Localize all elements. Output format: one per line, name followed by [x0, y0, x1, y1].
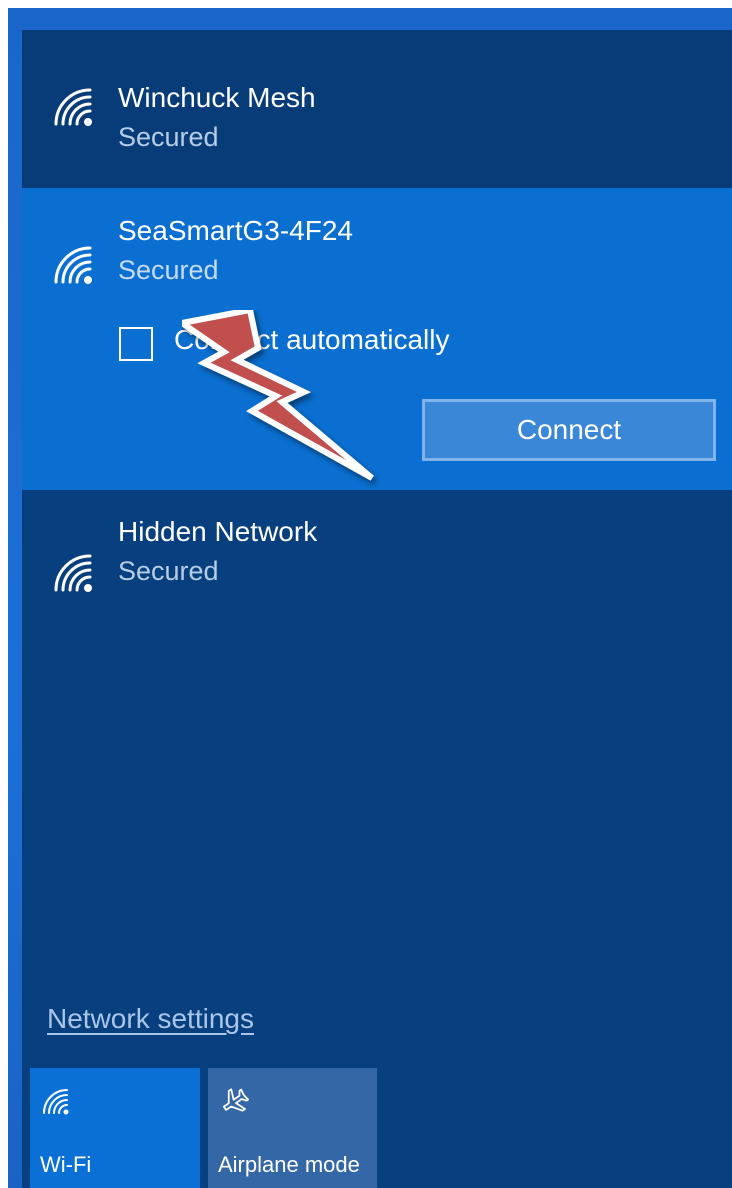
connect-automatically-label[interactable]: Connect automatically [174, 324, 449, 356]
wifi-signal-icon [54, 246, 92, 284]
network-item-hidden-network[interactable]: Hidden Network Secured [22, 490, 732, 630]
network-item-seasmart[interactable]: SeaSmartG3-4F24 Secured Connect automati… [22, 188, 732, 490]
network-name: SeaSmartG3-4F24 [118, 215, 353, 246]
network-status: Secured [118, 122, 219, 152]
wifi-signal-icon [54, 88, 92, 126]
network-settings-link[interactable]: Network settings [47, 1003, 254, 1035]
network-item-winchuck-mesh[interactable]: Winchuck Mesh Secured [22, 30, 732, 188]
network-status: Secured [118, 255, 219, 285]
airplane-mode-tile[interactable]: Airplane mode [208, 1068, 377, 1188]
connect-automatically-checkbox[interactable] [119, 327, 153, 361]
network-flyout: Winchuck Mesh Secured SeaSmartG3-4F24 Se… [22, 30, 732, 1188]
wifi-toggle-tile[interactable]: Wi-Fi [30, 1068, 200, 1188]
wifi-signal-icon [54, 554, 92, 592]
airplane-tile-label: Airplane mode [218, 1152, 360, 1177]
wifi-tile-label: Wi-Fi [40, 1152, 92, 1177]
wifi-icon [43, 1089, 69, 1115]
connect-button[interactable]: Connect [422, 399, 716, 461]
network-name: Hidden Network [118, 516, 318, 547]
airplane-icon [222, 1088, 249, 1112]
network-status: Secured [118, 556, 219, 586]
network-name: Winchuck Mesh [118, 82, 316, 113]
